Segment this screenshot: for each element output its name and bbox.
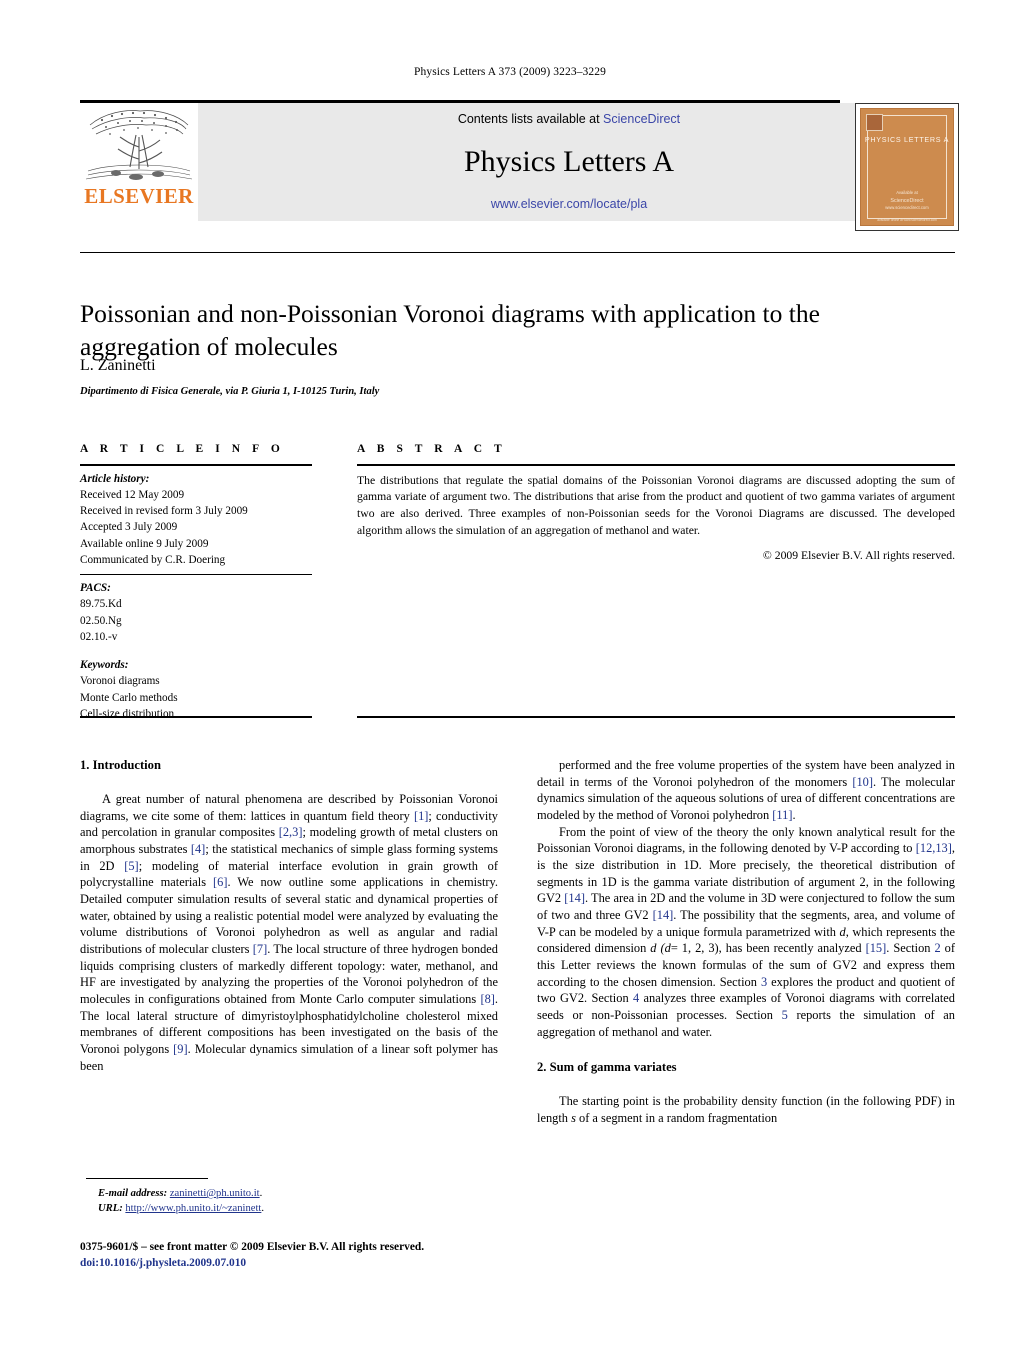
citation-ref[interactable]: [6] [213,875,227,889]
abstract-copyright: © 2009 Elsevier B.V. All rights reserved… [762,548,955,562]
text-run: = 1, 2, 3), has been recently analyzed [670,941,866,956]
text-run: . [259,1188,263,1199]
citation-ref[interactable]: [14] [653,908,674,922]
abstract-text: The distributions that regulate the spat… [357,473,955,538]
paragraph-intro: A great number of natural phenomena are … [80,791,498,1074]
citation-ref[interactable]: [12,13] [916,841,952,855]
paragraph-sum-gamma: The starting point is the probability de… [537,1093,955,1126]
article-info-column: A R T I C L E I N F O Article history: R… [80,443,312,728]
text-run: . [261,1203,265,1215]
text-run: . Section [886,941,935,956]
body-column-right: performed and the free volume properties… [537,757,955,1127]
citation-ref[interactable]: [7] [253,942,267,956]
email-label: E-mail address: [98,1188,168,1199]
body-column-left: 1. Introduction A great number of natura… [80,757,498,1074]
pacs-item: 02.10.-v [80,630,118,643]
citation-ref[interactable]: [1] [414,809,428,823]
footnote-url: URL: http://www.ph.unito.it/~zaninett. [80,1201,500,1216]
article-page: Physics Letters A 373 (2009) 3223–3229 E… [0,0,1020,1351]
article-history-group: Article history: Received 12 May 2009 Re… [80,466,312,574]
elsevier-logo: ELSEVIER [80,103,198,221]
pacs-keywords-spacer [80,645,312,657]
abstract-column: A B S T R A C T The distributions that r… [357,443,955,562]
sciencedirect-link[interactable]: ScienceDirect [603,112,680,126]
math-variable-d-paren: (d [660,941,671,956]
citation-ref[interactable]: [14] [564,891,585,905]
elsevier-tree-icon [86,109,192,180]
running-head: Physics Letters A 373 (2009) 3223–3229 [414,66,606,78]
journal-cover-thumbnail[interactable]: PHYSICS LETTERS A Available at ScienceDi… [855,103,959,231]
journal-title: Physics Letters A [464,145,674,178]
imprint-block: 0375-9601/$ – see front matter © 2009 El… [80,1240,540,1272]
paragraph-intro-cont: performed and the free volume properties… [537,757,955,824]
citation-ref[interactable]: [11] [772,808,792,822]
abstract-heading: A B S T R A C T [357,443,507,455]
keyword-item: Voronoi diagrams [80,675,160,688]
contents-prefix: Contents lists available at [457,111,604,126]
footnote-separator-rule [86,1178,208,1179]
footnote-email: E-mail address: zaninetti@ph.unito.it. [80,1186,500,1201]
title-separator-rule [80,252,955,253]
footnote-block: E-mail address: zaninetti@ph.unito.it. U… [80,1186,500,1216]
issn-frontmatter: 0375-9601/$ – see front matter [80,1241,230,1253]
text-run: of a segment in a random fragmentation [575,1111,778,1126]
article-info-heading: A R T I C L E I N F O [80,443,285,455]
imprint-line: 0375-9601/$ – see front matter © 2009 El… [80,1240,540,1256]
citation-ref[interactable]: [4] [191,842,205,856]
cover-corner-square [866,114,883,131]
cover-bottom-bar: available online at www.sciencedirect.co… [877,218,937,222]
journal-masthead: ELSEVIER Contents lists available at Sci… [80,100,959,231]
author-name: L. Zaninetti [80,357,156,374]
history-item: Available online 9 July 2009 [80,537,209,550]
author-affiliation: Dipartimento di Fisica Generale, via P. … [80,386,380,397]
doi-link[interactable]: doi:10.1016/j.physleta.2009.07.010 [80,1256,540,1272]
cover-journal-title: PHYSICS LETTERS A [864,135,950,144]
article-info-rule-bottom [80,716,312,718]
cover-footer-line3: www.sciencedirect.com [885,204,929,210]
history-item: Accepted 3 July 2009 [80,521,178,534]
citation-ref[interactable]: [15] [866,941,887,955]
citation-ref[interactable]: [8] [480,992,494,1006]
citation-ref[interactable]: [9] [173,1042,187,1056]
text-run: From the point of view of the theory the… [537,824,955,856]
keywords-label: Keywords: [80,659,129,672]
journal-homepage-link[interactable]: www.elsevier.com/locate/pla [491,197,647,211]
section-heading-introduction: 1. Introduction [80,758,161,772]
masthead-body: ELSEVIER Contents lists available at Sci… [80,102,940,221]
author-url-link[interactable]: http://www.ph.unito.it/~zaninett [125,1203,261,1214]
url-label: URL: [98,1203,123,1215]
email-link[interactable]: zaninetti@ph.unito.it [170,1188,260,1199]
article-history-label: Article history: [80,472,150,485]
paragraph-theory: From the point of view of the theory the… [537,824,955,1041]
journal-banner: Contents lists available at ScienceDirec… [198,102,940,221]
pacs-group: PACS: 89.75.Kd 02.50.Ng 02.10.-v Keyword… [80,575,312,728]
abstract-rule-bottom [357,716,955,718]
history-item: Received 12 May 2009 [80,488,185,501]
keyword-item: Cell-size distribution [80,707,175,720]
pacs-item: 02.50.Ng [80,614,122,627]
pacs-label: PACS: [80,582,111,595]
pacs-item: 89.75.Kd [80,598,122,611]
cover-footer: Available at ScienceDirect www.sciencedi… [861,190,953,211]
history-item: Communicated by C.R. Doering [80,553,226,566]
elsevier-wordmark: ELSEVIER [84,183,194,208]
history-item: Received in revised form 3 July 2009 [80,505,248,518]
citation-ref[interactable]: [5] [124,859,138,873]
keyword-item: Monte Carlo methods [80,691,178,704]
contents-available-line: Contents lists available at ScienceDirec… [458,112,680,126]
cover-footer-line2: ScienceDirect [890,197,924,204]
text-run: . [792,808,796,823]
citation-ref[interactable]: [2,3] [279,825,303,839]
section-heading-sum-gamma: 2. Sum of gamma variates [537,1060,677,1075]
cover-art: PHYSICS LETTERS A Available at ScienceDi… [860,108,954,226]
citation-ref[interactable]: [10] [852,775,873,789]
page-title: Poissonian and non-Poissonian Voronoi di… [80,299,820,361]
imprint-copyright: © 2009 Elsevier B.V. All rights reserved… [229,1241,425,1253]
